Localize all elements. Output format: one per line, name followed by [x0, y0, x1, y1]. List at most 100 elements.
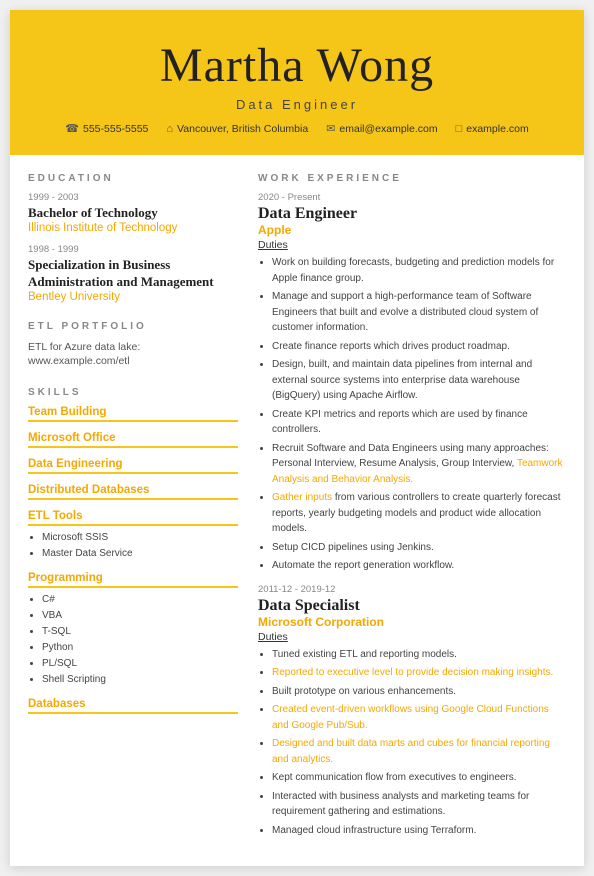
duty-apple-9: Automate the report generation workflow. — [272, 558, 566, 574]
contact-bar: ☎ 555-555-5555 ⌂ Vancouver, British Colu… — [30, 122, 564, 143]
edu-degree-2: Specialization in Business Administratio… — [28, 257, 238, 291]
skill-name-etl-tools: ETL Tools — [28, 510, 238, 522]
duty-apple-3: Create finance reports which drives prod… — [272, 339, 566, 355]
skill-item-python: Python — [42, 640, 238, 656]
job-microsoft: 2011-12 - 2019-12 Data Specialist Micros… — [258, 584, 566, 839]
edu-school-1: Illinois Institute of Technology — [28, 222, 238, 234]
job-microsoft-title: Data Specialist — [258, 597, 566, 615]
job-microsoft-dates: 2011-12 - 2019-12 — [258, 584, 566, 595]
skill-bar-programming — [28, 586, 238, 588]
skills-section: SKILLS Team Building Microsoft Office Da… — [28, 387, 238, 714]
location-contact: ⌂ Vancouver, British Columbia — [166, 122, 308, 135]
resume-header: Martha Wong Data Engineer ☎ 555-555-5555… — [10, 10, 584, 155]
skill-item-mds: Master Data Service — [42, 546, 238, 562]
duty-ms-1: Tuned existing ETL and reporting models. — [272, 647, 566, 663]
email-text: email@example.com — [339, 123, 437, 135]
skill-item-plsql: PL/SQL — [42, 656, 238, 672]
duty-ms-5: Designed and built data marts and cubes … — [272, 736, 566, 767]
edu-entry-1: 1999 - 2003 Bachelor of Technology Illin… — [28, 192, 238, 234]
website-icon: □ — [456, 123, 463, 135]
edu-entry-2: 1998 - 1999 Specialization in Business A… — [28, 244, 238, 303]
highlight-gather: Gather inputs — [272, 492, 332, 503]
skill-items-programming: C# VBA T-SQL Python PL/SQL Shell Scripti… — [28, 592, 238, 688]
job-microsoft-duties-label: Duties — [258, 631, 566, 643]
phone-contact: ☎ 555-555-5555 — [65, 122, 148, 135]
skill-databases: Databases — [28, 698, 238, 714]
skill-bar-databases — [28, 712, 238, 714]
phone-number: 555-555-5555 — [83, 123, 148, 135]
work-experience-title: WORK EXPERIENCE — [258, 173, 566, 184]
duty-ms-8: Managed cloud infrastructure using Terra… — [272, 823, 566, 839]
resume-body: EDUCATION 1999 - 2003 Bachelor of Techno… — [10, 155, 584, 866]
job-microsoft-duties-list: Tuned existing ETL and reporting models.… — [258, 647, 566, 839]
etl-section-title: ETL PORTFOLIO — [28, 321, 238, 332]
candidate-name: Martha Wong — [30, 38, 564, 93]
skill-items-etl-tools: Microsoft SSIS Master Data Service — [28, 530, 238, 562]
website-text: example.com — [466, 123, 528, 135]
skill-item-ssis: Microsoft SSIS — [42, 530, 238, 546]
job-microsoft-company: Microsoft Corporation — [258, 615, 566, 629]
highlight-datamarts: Designed and built data marts and cubes … — [272, 738, 550, 765]
duty-ms-7: Interacted with business analysts and ma… — [272, 789, 566, 820]
duty-apple-5: Create KPI metrics and reports which are… — [272, 407, 566, 438]
skill-microsoft-office: Microsoft Office — [28, 432, 238, 448]
job-apple: 2020 - Present Data Engineer Apple Dutie… — [258, 192, 566, 574]
duty-apple-7: Gather inputs from various controllers t… — [272, 490, 566, 537]
left-column: EDUCATION 1999 - 2003 Bachelor of Techno… — [28, 173, 238, 848]
skill-name-programming: Programming — [28, 572, 238, 584]
skill-item-csharp: C# — [42, 592, 238, 608]
skill-name-microsoft-office: Microsoft Office — [28, 432, 238, 444]
etl-portfolio-section: ETL PORTFOLIO ETL for Azure data lake: w… — [28, 321, 238, 369]
job-apple-title: Data Engineer — [258, 205, 566, 223]
job-apple-duties-list: Work on building forecasts, budgeting an… — [258, 255, 566, 574]
duty-apple-1: Work on building forecasts, budgeting an… — [272, 255, 566, 286]
edu-date-1: 1999 - 2003 — [28, 192, 238, 203]
skill-name-data-engineering: Data Engineering — [28, 458, 238, 470]
education-section: EDUCATION 1999 - 2003 Bachelor of Techno… — [28, 173, 238, 303]
edu-school-2: Bentley University — [28, 291, 238, 303]
duty-apple-2: Manage and support a high-performance te… — [272, 289, 566, 336]
etl-link-text: ETL for Azure data lake: www.example.com… — [28, 340, 238, 369]
skill-bar-microsoft-office — [28, 446, 238, 448]
duty-ms-6: Kept communication flow from executives … — [272, 770, 566, 786]
skill-etl-tools: ETL Tools Microsoft SSIS Master Data Ser… — [28, 510, 238, 562]
skill-bar-distributed-databases — [28, 498, 238, 500]
skill-item-vba: VBA — [42, 608, 238, 624]
duty-ms-3: Built prototype on various enhancements. — [272, 684, 566, 700]
edu-degree-1: Bachelor of Technology — [28, 205, 238, 222]
duty-ms-2: Reported to executive level to provide d… — [272, 665, 566, 681]
job-apple-company: Apple — [258, 223, 566, 237]
duty-apple-4: Design, built, and maintain data pipelin… — [272, 357, 566, 404]
education-section-title: EDUCATION — [28, 173, 238, 184]
skill-distributed-databases: Distributed Databases — [28, 484, 238, 500]
skill-name-distributed-databases: Distributed Databases — [28, 484, 238, 496]
skill-item-tsql: T-SQL — [42, 624, 238, 640]
duty-apple-6: Recruit Software and Data Engineers usin… — [272, 441, 566, 488]
highlight-cloud: Created event-driven workflows using Goo… — [272, 704, 549, 731]
resume-container: Martha Wong Data Engineer ☎ 555-555-5555… — [10, 10, 584, 866]
edu-date-2: 1998 - 1999 — [28, 244, 238, 255]
skill-item-shell: Shell Scripting — [42, 672, 238, 688]
email-contact: ✉ email@example.com — [326, 122, 437, 135]
skill-bar-data-engineering — [28, 472, 238, 474]
job-apple-dates: 2020 - Present — [258, 192, 566, 203]
phone-icon: ☎ — [65, 122, 79, 135]
skill-team-building: Team Building — [28, 406, 238, 422]
candidate-title: Data Engineer — [30, 97, 564, 112]
location-text: Vancouver, British Columbia — [177, 123, 308, 135]
skill-name-team-building: Team Building — [28, 406, 238, 418]
duty-apple-8: Setup CICD pipelines using Jenkins. — [272, 540, 566, 556]
job-apple-duties-label: Duties — [258, 239, 566, 251]
email-icon: ✉ — [326, 122, 335, 135]
website-contact: □ example.com — [456, 122, 529, 135]
right-column: WORK EXPERIENCE 2020 - Present Data Engi… — [258, 173, 566, 848]
skill-name-databases: Databases — [28, 698, 238, 710]
skill-programming: Programming C# VBA T-SQL Python PL/SQL S… — [28, 572, 238, 688]
skills-section-title: SKILLS — [28, 387, 238, 398]
skill-data-engineering: Data Engineering — [28, 458, 238, 474]
highlight-teamwork: Teamwork Analysis and Behavior Analysis. — [272, 458, 563, 485]
skill-bar-team-building — [28, 420, 238, 422]
location-icon: ⌂ — [166, 123, 173, 135]
skill-bar-etl-tools — [28, 524, 238, 526]
duty-ms-4: Created event-driven workflows using Goo… — [272, 702, 566, 733]
